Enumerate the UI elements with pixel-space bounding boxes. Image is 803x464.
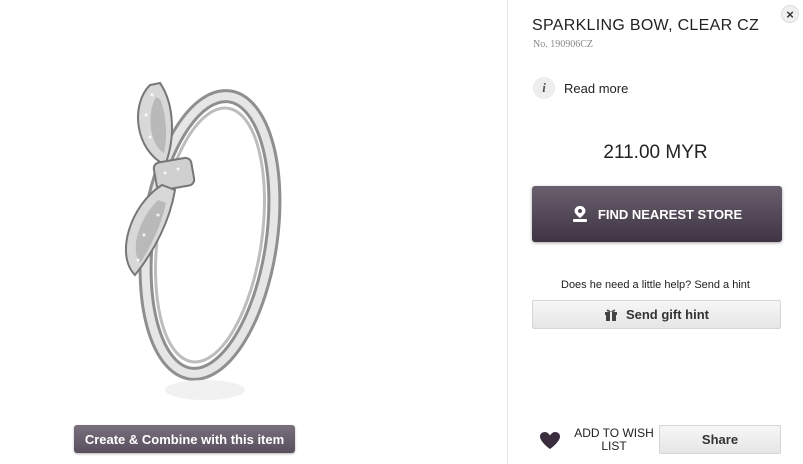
send-gift-hint-button[interactable]: Send gift hint <box>532 300 781 329</box>
find-store-label: FIND NEAREST STORE <box>597 206 743 222</box>
send-gift-hint-label: Send gift hint <box>625 307 710 322</box>
share-button[interactable]: Share <box>659 425 781 454</box>
read-more-label: Read more <box>564 80 629 96</box>
product-title: SPARKLING BOW, CLEAR CZ <box>532 17 760 34</box>
pin-icon <box>572 205 588 223</box>
product-price: 211.00 MYR <box>603 142 708 163</box>
heart-icon <box>539 431 561 450</box>
info-icon: i <box>533 77 555 99</box>
hint-text: Does he need a little help? Send a hint <box>561 279 750 291</box>
close-icon[interactable]: × <box>781 5 799 23</box>
create-combine-button[interactable]: Create & Combine with this item <box>74 425 295 453</box>
product-details-pane: × SPARKLING BOW, CLEAR CZ No. 190906CZ i… <box>508 0 803 464</box>
add-to-wishlist-link[interactable]: ADD TO WISH LIST <box>539 427 663 453</box>
read-more-link[interactable]: i Read more <box>533 77 628 99</box>
product-image-pane: Create & Combine with this item <box>0 0 507 464</box>
ring-product-image <box>125 81 282 400</box>
add-to-wishlist-label: ADD TO WISH LIST <box>574 426 654 453</box>
product-number: No. 190906CZ <box>533 39 593 50</box>
gift-icon <box>604 308 618 321</box>
find-nearest-store-button[interactable]: FIND NEAREST STORE <box>532 186 782 242</box>
